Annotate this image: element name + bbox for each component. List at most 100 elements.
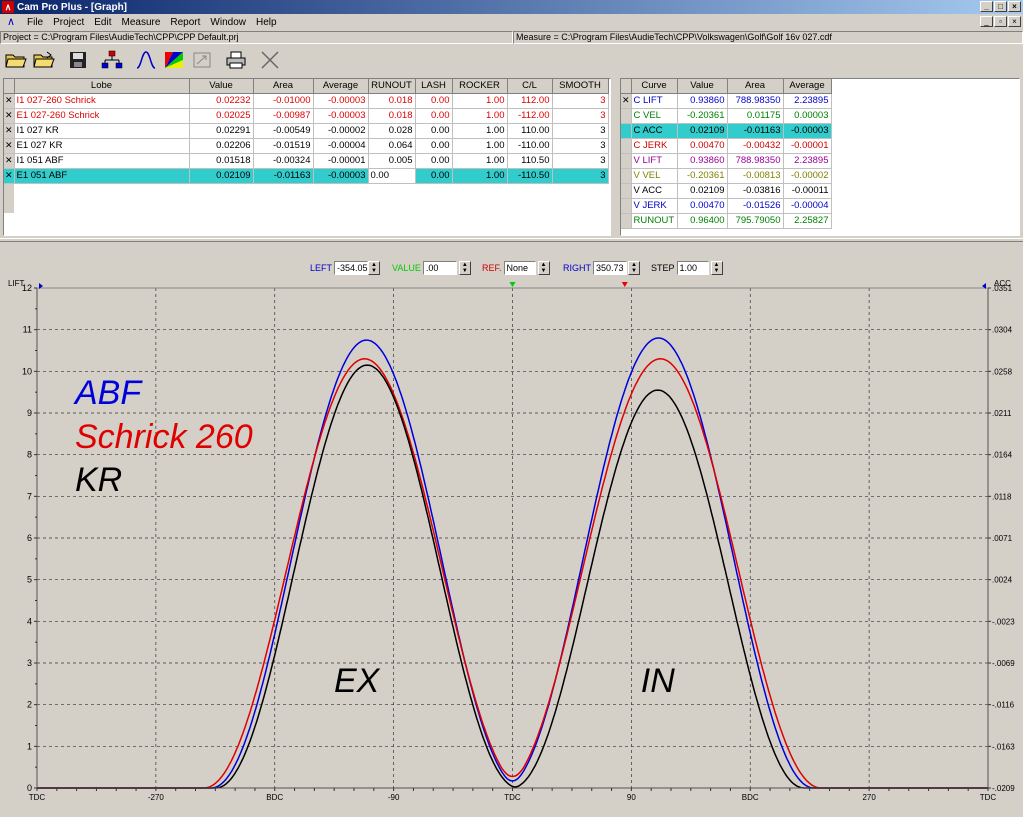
lobe-cell-rocker[interactable]: 1.00 [452,153,508,169]
menu-measure[interactable]: Measure [116,17,165,28]
curve-cell-curve[interactable]: C JERK [631,138,678,154]
menu-report[interactable]: Report [165,17,205,28]
curve-cell-average[interactable]: 2.25827 [783,213,832,229]
curve-cell-value[interactable]: -0.20361 [677,108,728,124]
lobe-cell-smooth[interactable]: 3 [552,123,609,139]
row-select-marker[interactable]: ✕ [4,153,15,169]
left-spinner[interactable]: ▲ ▼ [368,261,381,275]
row-select-marker[interactable] [621,183,632,199]
row-select-marker[interactable]: ✕ [4,108,15,124]
ref-spinner[interactable]: ▲ ▼ [537,261,550,275]
curve-row[interactable]: C ACC 0.02109 -0.01163 -0.00003 [621,123,832,139]
curve-cell-area[interactable]: 0.01175 [727,108,784,124]
lobe-column-header[interactable]: SMOOTH [552,79,609,94]
lobe-cell-runout[interactable]: 0.00 [368,168,416,184]
lobe-cell-area[interactable]: -0.01163 [253,168,314,184]
lobe-cell-lobe[interactable]: E1 027-260 Schrick [14,108,190,124]
curve-cell-average[interactable]: 2.23895 [783,153,832,169]
row-select-marker[interactable] [621,213,632,229]
curve-cell-curve[interactable]: C VEL [631,108,678,124]
value-input[interactable]: .00 [422,261,457,275]
value-spinner[interactable]: ▲ ▼ [458,261,471,275]
lobe-cell-average[interactable]: -0.00003 [313,108,369,124]
curve-cell-average[interactable]: 2.23895 [783,93,832,109]
curve-row[interactable]: V VEL -0.20361 -0.00813 -0.00002 [621,168,832,184]
save-icon[interactable] [65,48,91,72]
lobe-cell-rocker[interactable]: 1.00 [452,93,508,109]
curve-column-header[interactable]: Curve [631,79,678,94]
curve-cell-average[interactable]: -0.00004 [783,198,832,214]
right-spinner[interactable]: ▲ ▼ [628,261,640,275]
row-select-marker[interactable] [621,123,632,139]
lobe-row[interactable]: ✕ I1 051 ABF 0.01518 -0.00324 -0.00001 0.005 0… [4,153,609,169]
lobe-cell-lash[interactable]: 0.00 [415,153,453,169]
curve-cell-area[interactable]: -0.01526 [727,198,784,214]
lobe-cell-value[interactable]: 0.02025 [189,108,254,124]
lobe-column-header[interactable]: LASH [415,79,453,94]
mdi-minimize-button[interactable]: _ [980,16,993,27]
menu-window[interactable]: Window [205,17,251,28]
lobe-cell-rocker[interactable]: 1.00 [452,108,508,124]
lobe-cell-smooth[interactable]: 3 [552,93,609,109]
lobe-cell-value[interactable]: 0.02109 [189,168,254,184]
curve-cell-area[interactable]: 788.98350 [727,93,784,109]
curve-cell-curve[interactable]: C ACC [631,123,678,139]
lobe-cell-average[interactable]: -0.00002 [313,123,369,139]
curve-cell-curve[interactable]: RUNOUT [631,213,678,229]
lift-graph[interactable]: 0 -.0209 1 -.0163 2 -.0116 3 -.0069 4 -.0023 5 .002… [0,276,1023,817]
curve-cell-value[interactable]: 0.00470 [677,138,728,154]
menu-file[interactable]: File [22,17,48,28]
minimize-button[interactable]: _ [980,1,993,12]
curve-cell-curve[interactable]: V VEL [631,168,678,184]
panel-divider[interactable] [0,238,1023,242]
lobe-cell-area[interactable]: -0.00987 [253,108,314,124]
lobe-cell-lash[interactable]: 0.00 [415,138,453,154]
step-spinner[interactable]: ▲ ▼ [710,261,723,275]
lobe-cell-smooth[interactable]: 3 [552,138,609,154]
lobe-cell-area[interactable]: -0.00549 [253,123,314,139]
mdi-restore-button[interactable]: ▫ [994,16,1007,27]
lobe-cell-average[interactable]: -0.00001 [313,153,369,169]
lobe-cell-average[interactable]: -0.00003 [313,93,369,109]
curve-column-header[interactable]: Average [783,79,832,94]
row-select-marker[interactable]: ✕ [621,93,632,109]
lobe-cell-lobe[interactable]: I1 027 KR [14,123,190,139]
lobe-cell-rocker[interactable]: 1.00 [452,138,508,154]
lobe-cell-lash[interactable]: 0.00 [415,123,453,139]
row-select-marker[interactable] [621,138,632,154]
lobe-column-header[interactable]: Area [253,79,314,94]
curve-cell-average[interactable]: 0.00003 [783,108,832,124]
curve-cell-value[interactable]: 0.02109 [677,123,728,139]
curve-cell-curve[interactable]: V LIFT [631,153,678,169]
curve-row[interactable]: V ACC 0.02109 -0.03816 -0.00011 [621,183,832,199]
network-icon[interactable] [99,48,125,72]
lobe-cell-lobe[interactable]: E1 027 KR [14,138,190,154]
lobe-cell-rocker[interactable]: 1.00 [452,168,508,184]
curve-row[interactable]: C VEL -0.20361 0.01175 0.00003 [621,108,832,124]
curve-cell-average[interactable]: -0.00002 [783,168,832,184]
curve-cell-curve[interactable]: C LIFT [631,93,678,109]
left-input[interactable]: -354.05 [334,261,369,275]
lobe-cell-lobe[interactable]: I1 051 ABF [14,153,190,169]
curve-cell-area[interactable]: 795.79050 [727,213,784,229]
right-input[interactable]: 350.73 [593,261,627,275]
lobe-cell-cl[interactable]: 112.00 [507,93,553,109]
curve-cell-area[interactable]: -0.01163 [727,123,784,139]
lobe-column-header[interactable]: Average [313,79,369,94]
lobe-row[interactable]: ✕ E1 027 KR 0.02206 -0.01519 -0.00004 0.064 0.… [4,138,609,154]
lobe-column-header[interactable]: Value [189,79,254,94]
lobe-cell-cl[interactable]: -110.50 [507,168,553,184]
curve-cell-value[interactable]: 0.96400 [677,213,728,229]
lobe-cell-lash[interactable]: 0.00 [415,108,453,124]
lobe-cell-value[interactable]: 0.01518 [189,153,254,169]
row-select-marker[interactable] [621,198,632,214]
curve-row[interactable]: V JERK 0.00470 -0.01526 -0.00004 [621,198,832,214]
lobe-cell-lash[interactable]: 0.00 [415,93,453,109]
row-select-marker[interactable] [621,168,632,184]
row-select-marker[interactable]: ✕ [4,138,15,154]
curve-cell-average[interactable]: -0.00011 [783,183,832,199]
lobe-row[interactable]: ✕ I1 027-260 Schrick 0.02232 -0.01000 -0.000… [4,93,609,109]
curve-cell-value[interactable]: 0.02109 [677,183,728,199]
curve-row[interactable]: C JERK 0.00470 -0.00432 -0.00001 [621,138,832,154]
curve-cell-area[interactable]: -0.00432 [727,138,784,154]
